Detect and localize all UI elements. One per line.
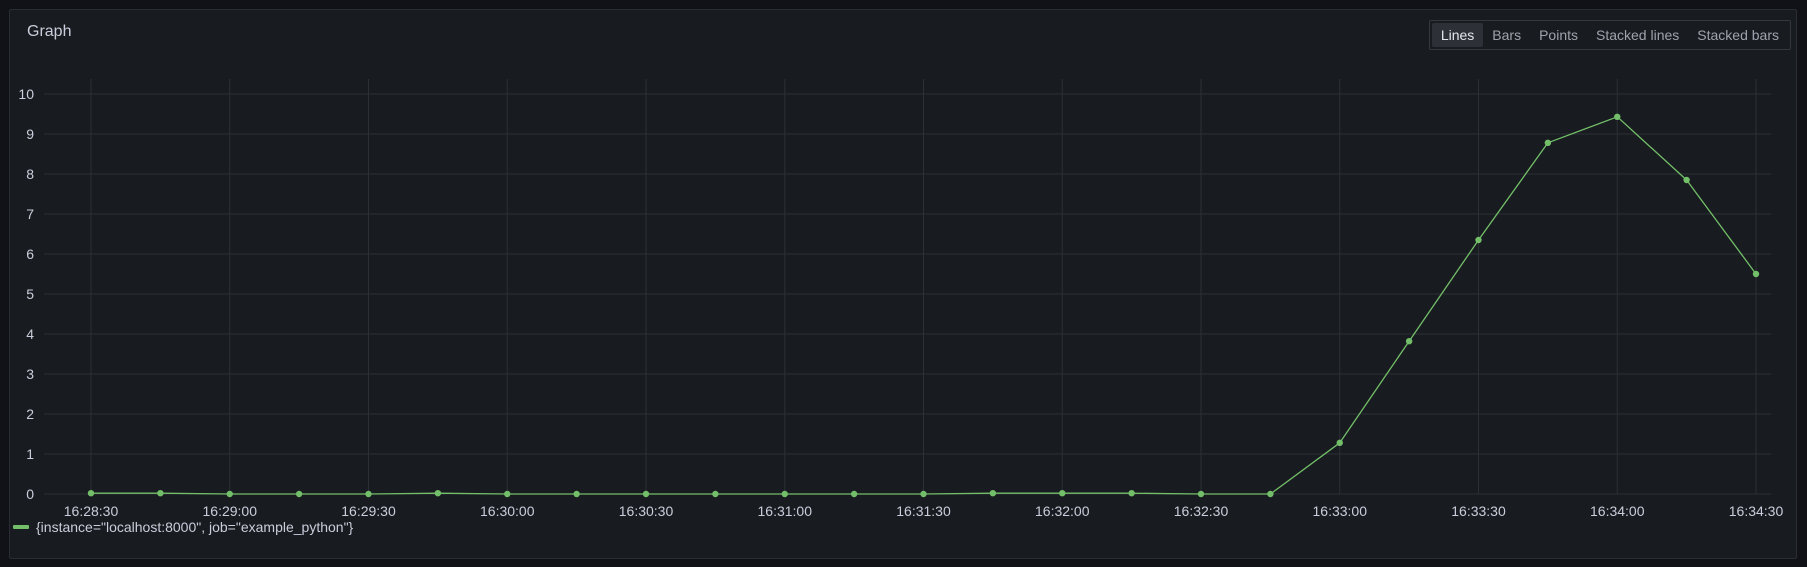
y-tick-label: 2 [26, 406, 34, 422]
data-point [1614, 113, 1621, 121]
data-point [781, 490, 788, 498]
data-point [1128, 490, 1135, 497]
y-tick-label: 8 [26, 166, 34, 182]
y-tick-label: 10 [18, 86, 34, 102]
y-tick-label: 1 [26, 446, 34, 462]
data-point [1683, 176, 1690, 184]
x-tick-label: 16:30:30 [619, 503, 674, 519]
data-point [642, 490, 650, 498]
y-tick-label: 7 [26, 206, 34, 222]
x-tick-label: 16:34:00 [1590, 503, 1645, 519]
data-point [920, 490, 927, 498]
data-point [295, 490, 303, 498]
x-tick-label: 16:33:00 [1313, 503, 1368, 519]
data-point [1475, 236, 1482, 244]
y-tick-label: 6 [26, 246, 34, 262]
y-tick-label: 5 [26, 286, 34, 302]
data-point [1405, 338, 1413, 345]
x-tick-label: 16:31:00 [758, 503, 813, 519]
x-tick-label: 16:28:30 [64, 503, 119, 519]
legend-series-label: {instance="localhost:8000", job="example… [36, 519, 354, 535]
data-point [989, 490, 997, 497]
y-tick-label: 4 [26, 326, 34, 342]
x-tick-label: 16:31:30 [896, 503, 951, 519]
chart-legend[interactable]: {instance="localhost:8000", job="example… [13, 519, 353, 535]
data-point [365, 490, 372, 498]
data-point [87, 490, 95, 497]
data-point [1336, 439, 1343, 446]
y-tick-label: 3 [26, 366, 34, 382]
x-tick-label: 16:29:30 [341, 503, 396, 519]
data-point [573, 490, 580, 498]
data-point [157, 490, 164, 497]
data-point [434, 490, 442, 497]
y-tick-label: 9 [26, 126, 34, 142]
data-point [1267, 490, 1274, 498]
data-point [1752, 270, 1760, 278]
data-point [504, 490, 511, 498]
x-tick-label: 16:29:00 [203, 503, 258, 519]
data-point [850, 490, 858, 498]
data-point [226, 490, 233, 498]
x-tick-label: 16:32:30 [1174, 503, 1229, 519]
data-point [1544, 139, 1552, 146]
data-point [712, 490, 719, 498]
x-tick-label: 16:32:00 [1035, 503, 1090, 519]
data-point [1197, 490, 1205, 498]
data-point [1059, 490, 1066, 497]
x-tick-label: 16:30:00 [480, 503, 535, 519]
y-tick-label: 0 [26, 486, 34, 502]
x-tick-label: 16:33:30 [1451, 503, 1506, 519]
legend-swatch [13, 525, 29, 529]
line-chart[interactable]: 0 1 2 3 4 5 6 7 8 9 10 16:28:30 16:29:00 16:29:30 16:3… [0, 0, 1807, 567]
x-tick-label: 16:34:30 [1729, 503, 1784, 519]
